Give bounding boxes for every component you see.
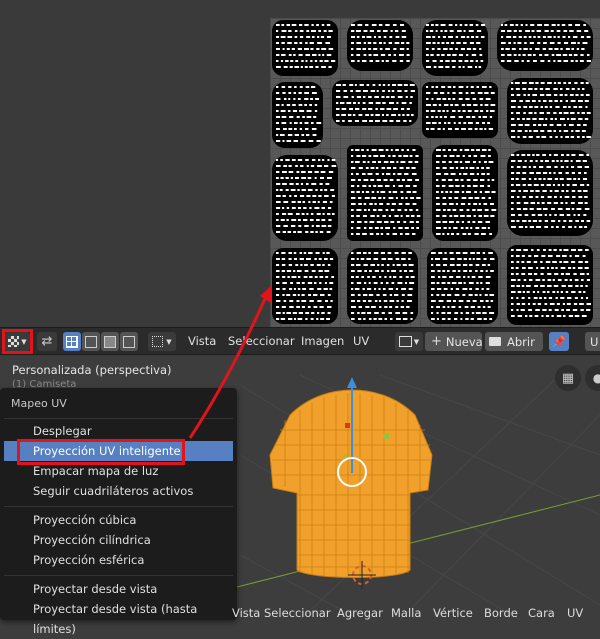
viewport-menu-malla[interactable]: Malla bbox=[391, 606, 421, 620]
menu-imagen[interactable]: Imagen bbox=[301, 334, 344, 348]
menu-item-sphere-projection[interactable]: Proyección esférica bbox=[4, 550, 233, 570]
viewport-menu-borde[interactable]: Borde bbox=[484, 606, 518, 620]
chevron-down-icon: ▼ bbox=[166, 337, 172, 346]
uv-islands bbox=[272, 20, 593, 325]
sync-icon-button[interactable]: ⇄ bbox=[37, 332, 57, 351]
uv-island bbox=[272, 248, 338, 324]
edge-select-mode-button[interactable] bbox=[82, 332, 100, 351]
menu-seleccionar[interactable]: Seleccionar bbox=[228, 334, 295, 348]
sync-arrows-icon: ⇄ bbox=[41, 334, 53, 349]
uv-island bbox=[272, 20, 338, 76]
menu-item-cube-projection[interactable]: Proyección cúbica bbox=[4, 510, 233, 530]
uv-island bbox=[427, 248, 498, 324]
menu-item-project-from-view-bounds[interactable]: Proyectar desde vista (hasta límites) bbox=[4, 599, 233, 636]
annotation-highlight-box bbox=[17, 439, 185, 465]
uv-island bbox=[332, 80, 418, 126]
chevron-down-icon: ▼ bbox=[413, 337, 420, 346]
viewport-menu-seleccionar[interactable]: Seleccionar bbox=[264, 606, 331, 620]
uv-island bbox=[507, 78, 593, 144]
menu-item-label: Seguir cuadriláteros activos bbox=[33, 484, 194, 498]
vertex-select-mode-button[interactable] bbox=[63, 332, 81, 351]
new-image-button[interactable]: + Nueva bbox=[425, 332, 483, 351]
uv-editor-header: ▼ ⇄ ▼ Vista Seleccionar Imagen UV ▼ + Nu… bbox=[0, 327, 600, 355]
viewport-menu-vertice[interactable]: Vértice bbox=[433, 606, 473, 620]
grid-select-icon bbox=[66, 335, 78, 348]
uv-island bbox=[347, 145, 423, 241]
grid-view-button[interactable]: ▦ bbox=[555, 365, 581, 391]
image-browse-dropdown[interactable]: ▼ bbox=[395, 332, 423, 351]
sticky-select-icon bbox=[152, 336, 164, 347]
open-image-button[interactable]: Abrir bbox=[485, 332, 543, 351]
grid-icon: ▦ bbox=[561, 370, 575, 386]
viewport-title: Personalizada (perspectiva) bbox=[12, 363, 172, 377]
face-select-mode-button[interactable] bbox=[101, 332, 119, 351]
camera-icon: ● bbox=[592, 371, 600, 385]
viewport-menu-cara[interactable]: Cara bbox=[528, 606, 555, 620]
open-image-label: Abrir bbox=[507, 334, 535, 349]
viewport-menu-vista[interactable]: Vista bbox=[232, 606, 260, 620]
menu-title: Mapeo UV bbox=[11, 397, 67, 410]
uv-island bbox=[507, 245, 593, 325]
sticky-selection-dropdown[interactable]: ▼ bbox=[148, 332, 176, 351]
uv-island bbox=[272, 155, 338, 241]
menu-vista[interactable]: Vista bbox=[188, 334, 216, 348]
island-select-mode-button[interactable] bbox=[120, 332, 138, 351]
menu-divider bbox=[4, 575, 233, 576]
menu-divider bbox=[4, 418, 233, 419]
uv-island bbox=[432, 145, 498, 241]
menu-item-desplegar[interactable]: Desplegar bbox=[4, 421, 233, 441]
uv-island bbox=[347, 20, 413, 71]
menu-item-label: Proyección cilíndrica bbox=[33, 533, 151, 547]
menu-divider bbox=[4, 506, 233, 507]
pin-button[interactable]: 📌 bbox=[549, 332, 569, 351]
menu-item-project-from-view[interactable]: Proyectar desde vista bbox=[4, 579, 233, 599]
menu-item-label: Desplegar bbox=[33, 424, 92, 438]
viewport-menu-uv[interactable]: UV bbox=[567, 606, 583, 620]
edge-mode-icon bbox=[85, 335, 97, 348]
annotation-highlight-box bbox=[2, 329, 33, 354]
uv-island bbox=[422, 82, 498, 138]
new-image-label: Nueva bbox=[445, 334, 483, 349]
face-mode-icon bbox=[104, 335, 116, 348]
uv-mapping-menu: Mapeo UV Desplegar Proyección UV intelig… bbox=[0, 388, 237, 636]
uv-editor-area[interactable] bbox=[0, 0, 600, 327]
viewport-header: Vista Seleccionar Agregar Malla Vértice … bbox=[230, 604, 600, 620]
viewport-menu-agregar[interactable]: Agregar bbox=[337, 606, 383, 620]
menu-item-label: Empacar mapa de luz bbox=[33, 464, 159, 478]
uv-island bbox=[497, 20, 593, 71]
uv-island bbox=[507, 150, 593, 236]
plus-icon: + bbox=[431, 334, 442, 349]
uv-island bbox=[422, 20, 488, 76]
menu-item-label: Proyección esférica bbox=[33, 553, 145, 567]
uv-island bbox=[272, 82, 323, 148]
menu-item-cylinder-projection[interactable]: Proyección cilíndrica bbox=[4, 530, 233, 550]
pin-icon: 📌 bbox=[552, 335, 566, 348]
uv-header-trailing-text: U bbox=[590, 334, 599, 349]
menu-item-label: Proyectar desde vista (hasta límites) bbox=[33, 602, 198, 636]
folder-icon bbox=[489, 337, 501, 346]
uv-island bbox=[347, 248, 418, 324]
image-icon bbox=[398, 336, 412, 347]
menu-item-follow-active-quads[interactable]: Seguir cuadriláteros activos bbox=[4, 481, 233, 501]
island-mode-icon bbox=[123, 335, 135, 348]
uv-grid[interactable] bbox=[270, 18, 600, 327]
uv-header-overflow[interactable]: U bbox=[585, 332, 600, 351]
menu-item-label: Proyectar desde vista bbox=[33, 582, 158, 596]
menu-uv[interactable]: UV bbox=[353, 334, 369, 348]
menu-item-label: Proyección cúbica bbox=[33, 513, 137, 527]
